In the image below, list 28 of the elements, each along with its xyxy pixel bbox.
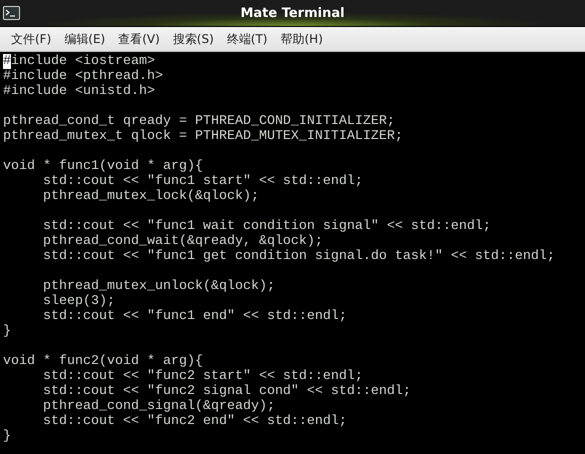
window-title: Mate Terminal: [240, 6, 345, 20]
terminal-icon: [3, 6, 20, 20]
menu-item[interactable]: 帮助(H): [275, 28, 328, 50]
code-line: pthread_cond_t qready = PTHREAD_COND_INITIALIZER;: [3, 114, 395, 129]
code-line: std::cout << "func1 get condition signal.do task!" << std::endl;: [42, 249, 555, 264]
code-line: std::cout << "func1 start" << std::endl;: [42, 174, 363, 189]
code-line: std::cout << "func1 end" << std::endl;: [42, 309, 347, 324]
code-line: pthread_cond_wait(&qready, &qlock);: [42, 234, 323, 249]
code-line: pthread_mutex_t qlock = PTHREAD_MUTEX_INITIALIZER;: [3, 129, 403, 144]
code-line: }: [3, 324, 11, 339]
menu-item[interactable]: 终端(T): [222, 28, 272, 50]
menu-item[interactable]: 文件(F): [6, 28, 56, 50]
code-line: std::cout << "func2 signal cond" << std::endl;: [42, 384, 411, 399]
code-line: std::cout << "func1 wait condition signal" << std::endl;: [42, 219, 491, 234]
menu-item[interactable]: 编辑(E): [59, 28, 110, 50]
code-line: #include <unistd.h>: [3, 84, 155, 99]
code-line: void * func2(void * arg){: [3, 354, 203, 369]
code-line: pthread_mutex_unlock(&qlock);: [42, 279, 275, 294]
code-line: }: [3, 429, 11, 444]
code-line: std::cout << "func2 end" << std::endl;: [42, 414, 347, 429]
menu-item[interactable]: 搜索(S): [168, 28, 219, 50]
menu-item[interactable]: 查看(V): [113, 28, 165, 50]
code-line: std::cout << "func2 start" << std::endl;: [42, 369, 363, 384]
code-line: #include <pthread.h>: [3, 69, 163, 84]
code-line: sleep(3);: [42, 294, 115, 309]
code-line: void * func1(void * arg){: [3, 159, 203, 174]
code-line: pthread_mutex_lock(&qlock);: [42, 189, 259, 204]
code-line: pthread_cond_signal(&qready);: [42, 399, 275, 414]
